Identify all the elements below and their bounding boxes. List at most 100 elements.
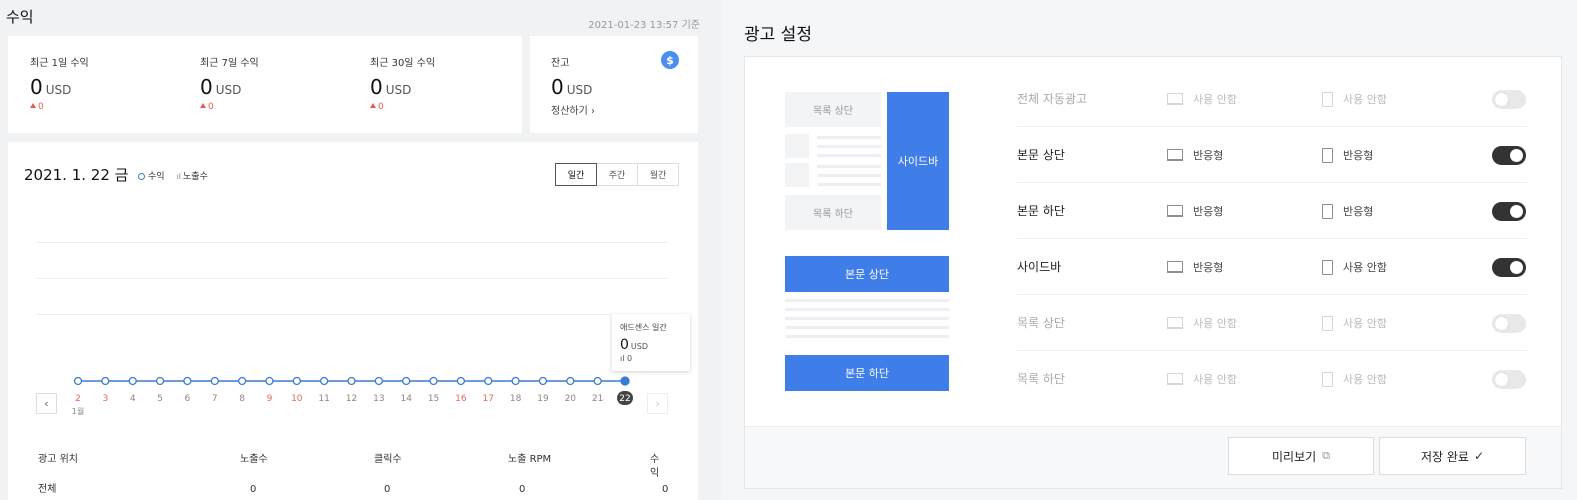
cell-clicks: 0 xyxy=(384,484,391,495)
ad-row-label: 본문 하단 xyxy=(1017,204,1065,218)
preview-list-top: 목록 상단 xyxy=(785,92,881,127)
ad-row-label: 목록 하단 xyxy=(1017,372,1065,386)
data-point[interactable] xyxy=(538,376,548,386)
mobile-icon xyxy=(1322,259,1333,275)
chevron-right-icon: › xyxy=(655,397,660,410)
toggle-list-top[interactable] xyxy=(1492,314,1526,333)
triangle-up-icon xyxy=(200,103,206,108)
preview-button[interactable]: 미리보기 ⧉ xyxy=(1228,437,1374,475)
ad-row-label: 전체 자동광고 xyxy=(1017,92,1088,106)
desktop-icon xyxy=(1167,373,1183,385)
x-tick-label: 7 xyxy=(212,394,218,404)
mobile-setting: 사용 안함 xyxy=(1322,295,1387,351)
preview-line xyxy=(785,317,949,320)
data-point[interactable] xyxy=(374,376,384,386)
toggle-body-top[interactable] xyxy=(1492,146,1526,165)
col-revenue: 수익 xyxy=(650,454,660,479)
x-tick-label: 15 xyxy=(428,394,439,404)
cell-revenue: 0 xyxy=(662,484,669,495)
ad-row-label: 본문 상단 xyxy=(1017,148,1065,162)
cell-impressions: 0 xyxy=(250,484,257,495)
preview-thumb xyxy=(785,163,809,187)
x-tick-label: 13 xyxy=(373,394,384,404)
stat-change: 0 xyxy=(30,102,89,112)
data-point[interactable] xyxy=(484,376,493,386)
stats-table: 광고 위치 노출수 클릭수 노출 RPM 수익 전체 0 0 0 0 xyxy=(38,453,668,500)
preview-list-bottom: 목록 하단 xyxy=(785,195,881,230)
ad-row-list-top: 목록 상단 사용 안함 사용 안함 xyxy=(1017,295,1527,351)
data-point[interactable] xyxy=(237,376,247,386)
pc-setting: 반응형 xyxy=(1167,183,1223,239)
stat-label: 최근 7일 수익 xyxy=(200,58,259,69)
col-impressions: 노출수 xyxy=(240,454,268,465)
stat-7day: 최근 7일 수익 0 USD 0 xyxy=(200,54,259,112)
chart-prev-button[interactable]: ‹ xyxy=(36,393,57,414)
pc-setting: 사용 안함 xyxy=(1167,71,1237,127)
data-point[interactable] xyxy=(456,376,466,386)
data-point[interactable] xyxy=(402,376,411,386)
stat-unit: USD xyxy=(215,83,242,97)
tooltip-impressions: ıl 0 xyxy=(620,354,633,363)
mobile-icon xyxy=(1322,147,1333,163)
col-ad-position: 광고 위치 xyxy=(38,454,78,465)
table-row: 전체 0 0 0 0 xyxy=(38,483,668,500)
desktop-icon xyxy=(1167,149,1183,161)
mobile-setting: 사용 안함 xyxy=(1322,239,1387,295)
tooltip-unit: USD xyxy=(630,342,649,351)
pc-setting: 반응형 xyxy=(1167,239,1223,295)
stats-card: 최근 1일 수익 0 USD 0 최근 7일 수익 0 USD 0 최근 30일 수… xyxy=(8,36,522,133)
data-point[interactable] xyxy=(566,376,575,386)
cell-rpm: 0 xyxy=(519,484,526,495)
mobile-setting: 사용 안함 xyxy=(1322,71,1387,127)
line-chart: 2 1월 3 4 5 6 7 8 9 10 11 12 13 14 15 16 17 18 19 20 21 22 xyxy=(72,376,633,416)
x-tick-label: 17 xyxy=(483,394,494,404)
data-point[interactable] xyxy=(73,376,83,386)
chart-next-button[interactable]: › xyxy=(647,393,668,414)
ad-settings-card: 목록 상단 목록 하단 사이드바 본문 상단 본문 하단 전체 자동광고 사용 … xyxy=(744,56,1562,489)
toggle-sidebar[interactable] xyxy=(1492,258,1526,277)
data-point[interactable] xyxy=(429,376,438,386)
period-daily[interactable]: 일간 xyxy=(555,163,597,186)
data-point[interactable] xyxy=(128,376,137,386)
x-tick-label: 2 xyxy=(75,394,81,404)
toggle-list-bottom[interactable] xyxy=(1492,370,1526,389)
table-header: 광고 위치 노출수 클릭수 노출 RPM 수익 xyxy=(38,453,668,483)
dollar-icon: $ xyxy=(661,51,679,69)
stat-label: 최근 30일 수익 xyxy=(370,58,436,69)
stat-unit: USD xyxy=(45,83,72,97)
data-point[interactable] xyxy=(265,376,274,386)
mobile-setting: 반응형 xyxy=(1322,127,1373,183)
x-tick-label: 11 xyxy=(318,394,329,404)
external-link-icon: ⧉ xyxy=(1322,449,1331,462)
settle-link[interactable]: 정산하기 › xyxy=(551,102,595,117)
data-point[interactable] xyxy=(347,376,356,386)
data-point[interactable] xyxy=(319,376,329,386)
data-point[interactable] xyxy=(593,376,602,386)
balance-value: 0 xyxy=(551,75,564,99)
data-point[interactable] xyxy=(511,376,520,386)
stat-30day: 최근 30일 수익 0 USD 0 xyxy=(370,54,435,112)
ad-row-body-bottom: 본문 하단 반응형 반응형 xyxy=(1017,183,1527,239)
preview-body-bottom: 본문 하단 xyxy=(785,355,949,391)
x-tick-label: 14 xyxy=(400,394,412,404)
x-tick-label: 6 xyxy=(185,394,191,404)
toggle-auto-ad[interactable] xyxy=(1492,90,1526,109)
x-tick-label: 18 xyxy=(510,394,522,404)
data-point[interactable] xyxy=(155,376,165,386)
stat-label: 최근 1일 수익 xyxy=(30,58,89,69)
x-tick-label: 12 xyxy=(346,394,357,404)
check-icon: ✓ xyxy=(1473,449,1485,463)
balance-unit: USD xyxy=(566,83,593,97)
save-button[interactable]: 저장 완료 ✓ xyxy=(1379,437,1526,475)
data-point[interactable] xyxy=(183,376,192,386)
mobile-icon xyxy=(1322,203,1333,219)
x-tick-label: 5 xyxy=(157,394,163,404)
stat-value: 0 xyxy=(30,75,43,99)
toggle-body-bottom[interactable] xyxy=(1492,202,1526,221)
data-point[interactable] xyxy=(620,376,630,386)
data-point[interactable] xyxy=(101,376,110,386)
data-point[interactable] xyxy=(292,376,301,386)
revenue-title: 수익 xyxy=(6,8,34,26)
preview-line xyxy=(817,145,881,148)
data-point[interactable] xyxy=(210,376,219,386)
